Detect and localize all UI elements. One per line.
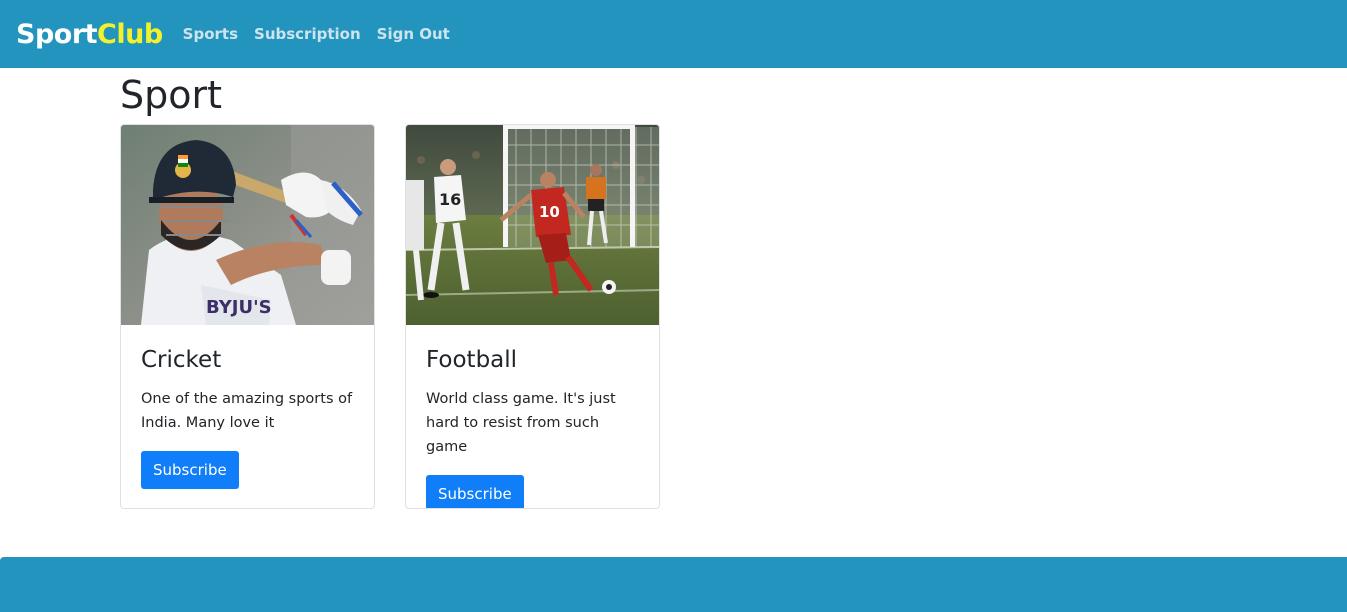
card-text: One of the amazing sports of India. Many… <box>141 391 353 431</box>
nav-link-subscription[interactable]: Subscription <box>254 25 361 43</box>
brand-club: Club <box>97 18 163 50</box>
card-text: World class game. It's just hard to resi… <box>426 391 616 455</box>
cricket-image: BYJU'S <box>121 125 374 325</box>
card-title: Football <box>426 347 518 373</box>
navbar: Sport Club Sports Subscription Sign Out <box>0 0 1347 68</box>
svg-text:10: 10 <box>539 203 560 221</box>
sport-card-cricket: BYJU'S Cricket One of the amazing sports… <box>120 124 375 509</box>
page-title: Sport <box>120 73 223 117</box>
football-image: 16 10 <box>406 125 659 325</box>
brand-logo[interactable]: Sport Club <box>16 19 163 50</box>
card-title: Cricket <box>141 347 222 373</box>
nav-link-sports[interactable]: Sports <box>183 25 238 43</box>
subscribe-button-football[interactable]: Subscribe <box>426 475 524 508</box>
sport-card-football: 16 10 Football World class game. It's ju… <box>405 124 660 509</box>
brand-sport: Sport <box>16 18 98 50</box>
footer <box>0 557 1347 612</box>
subscribe-button-cricket[interactable]: Subscribe <box>141 451 239 489</box>
svg-text:BYJU'S: BYJU'S <box>206 297 272 318</box>
svg-text:16: 16 <box>439 190 461 209</box>
nav-link-sign-out[interactable]: Sign Out <box>377 25 450 43</box>
